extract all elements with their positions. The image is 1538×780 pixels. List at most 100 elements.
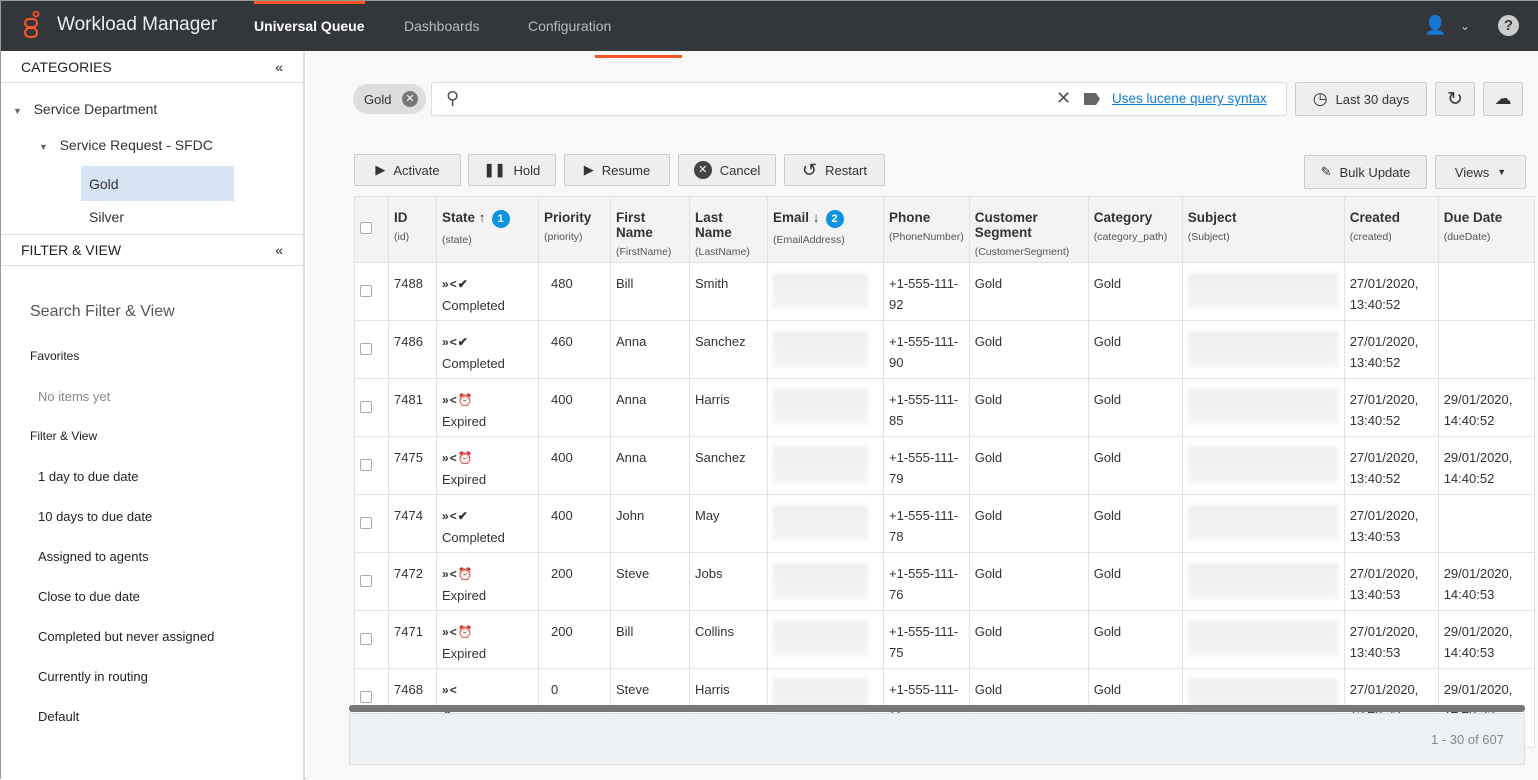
collapse-icon[interactable]: « xyxy=(275,242,283,258)
row-select-cell xyxy=(354,378,389,437)
views-label: Views xyxy=(1454,164,1490,180)
email-cell xyxy=(767,610,884,669)
table-row[interactable]: 7472 »<⏰ Expired 200 Steve Jobs +1-555-11… xyxy=(354,552,1535,611)
date-range-button[interactable]: ◷ Last 30 days xyxy=(1295,82,1427,116)
row-checkbox[interactable] xyxy=(360,575,372,587)
alarm-icon: ⏰ xyxy=(457,567,474,581)
state-label: Completed xyxy=(442,298,505,313)
id-cell: 7475 xyxy=(388,436,437,495)
bulk-update-label: Bulk Update xyxy=(1339,164,1411,180)
filter-item[interactable]: 1 day to due date xyxy=(38,469,138,484)
due-date-cell: 29/01/2020, 14:40:53 xyxy=(1437,610,1535,669)
column-header[interactable]: ID (id) xyxy=(388,196,437,263)
categories-header: CATEGORIES « xyxy=(1,51,303,83)
pause-icon: ❚❚ xyxy=(483,162,506,177)
column-header[interactable]: Created (created) xyxy=(1343,196,1439,263)
filter-chip-gold[interactable]: Gold ✕ xyxy=(353,84,426,114)
chevron-down-icon[interactable]: ⌄ xyxy=(1460,19,1470,33)
filter-item[interactable]: Default xyxy=(38,709,79,724)
priority-cell: 400 xyxy=(538,436,611,495)
sort-asc-icon[interactable]: ↑ xyxy=(479,210,486,225)
tree-item-gold[interactable]: Gold xyxy=(81,166,234,201)
search-input[interactable]: ⚲ ✕ Uses lucene query syntax xyxy=(431,82,1287,116)
lucene-syntax-link[interactable]: Uses lucene query syntax xyxy=(1112,91,1267,106)
created-cell: 27/01/2020, 13:40:53 xyxy=(1343,610,1439,669)
table-row[interactable]: 7471 »<⏰ Expired 200 Bill Collins +1-555-… xyxy=(354,610,1535,669)
resume-button[interactable]: ▶ Resume xyxy=(564,154,670,186)
cancel-label: Cancel xyxy=(719,162,761,178)
filter-item[interactable]: 10 days to due date xyxy=(38,509,152,524)
table-row[interactable]: 7486 »<✔ Completed 460 Anna Sanchez +1-55… xyxy=(354,320,1535,379)
row-checkbox[interactable] xyxy=(360,343,372,355)
row-checkbox[interactable] xyxy=(360,691,372,703)
forward-icon: » xyxy=(442,451,450,465)
nav-dashboards[interactable]: Dashboards xyxy=(404,18,480,34)
column-header[interactable]: Priority (priority) xyxy=(538,196,611,263)
redacted-subject xyxy=(1187,389,1338,425)
resume-label: Resume xyxy=(601,162,651,178)
column-header[interactable]: State ↑ 1 (state) xyxy=(436,196,539,263)
tree-item-service-request[interactable]: ▼ Service Request - SFDC xyxy=(39,137,213,153)
column-header[interactable]: Due Date (dueDate) xyxy=(1437,196,1535,263)
segment-cell: Gold xyxy=(968,610,1089,669)
phone-cell: +1-555-111-90 xyxy=(883,320,970,379)
segment-cell: Gold xyxy=(968,436,1089,495)
filter-item[interactable]: Completed but never assigned xyxy=(38,629,214,644)
help-icon[interactable]: ? xyxy=(1498,15,1519,36)
user-icon[interactable]: 👤 xyxy=(1424,15,1446,36)
created-cell: 27/01/2020, 13:40:52 xyxy=(1343,320,1439,379)
tree-item-service-department[interactable]: ▼ Service Department xyxy=(13,101,157,117)
column-header[interactable]: Customer Segment (CustomerSegment) xyxy=(968,196,1089,263)
bulk-update-button[interactable]: ✎ Bulk Update xyxy=(1304,155,1427,189)
table-row[interactable]: 7475 »<⏰ Expired 400 Anna Sanchez +1-555-… xyxy=(354,436,1535,495)
column-header[interactable]: Email ↓ 2 (EmailAddress) xyxy=(767,196,884,263)
table-row[interactable]: 7474 »<✔ Completed 400 John May +1-555-11… xyxy=(354,494,1535,553)
clear-icon[interactable]: ✕ xyxy=(1056,88,1071,109)
row-checkbox[interactable] xyxy=(360,285,372,297)
pagination-text: 1 - 30 of 607 xyxy=(1431,732,1504,747)
remove-chip-icon[interactable]: ✕ xyxy=(402,91,418,107)
state-cell: »<⏰ Expired xyxy=(436,378,539,437)
row-checkbox[interactable] xyxy=(360,459,372,471)
cancel-icon: ✕ xyxy=(693,161,712,179)
category-cell: Gold xyxy=(1087,378,1183,437)
views-dropdown[interactable]: Views ▼ xyxy=(1435,155,1526,189)
state-cell: »<✔ Completed xyxy=(436,494,539,553)
filter-item[interactable]: Close to due date xyxy=(38,589,140,604)
sort-desc-icon[interactable]: ↓ xyxy=(813,210,820,225)
column-header[interactable]: Phone (PhoneNumber) xyxy=(883,196,970,263)
row-checkbox[interactable] xyxy=(360,401,372,413)
priority-cell: 200 xyxy=(538,610,611,669)
nav-configuration[interactable]: Configuration xyxy=(528,18,611,34)
filter-item[interactable]: Assigned to agents xyxy=(38,549,149,564)
nav-universal-queue[interactable]: Universal Queue xyxy=(254,18,365,34)
filter-view-header: FILTER & VIEW « xyxy=(1,234,303,266)
first-name-cell: Anna xyxy=(610,436,690,495)
cancel-button[interactable]: ✕ Cancel xyxy=(678,154,776,186)
column-header[interactable]: First Name (FirstName) xyxy=(610,196,690,263)
filter-item[interactable]: Currently in routing xyxy=(38,669,148,684)
table-row[interactable]: 7481 »<⏰ Expired 400 Anna Harris +1-555-1… xyxy=(354,378,1535,437)
search-icon: ⚲ xyxy=(446,88,460,108)
hold-button[interactable]: ❚❚ Hold xyxy=(468,154,556,186)
tree-item-silver[interactable]: Silver xyxy=(89,209,124,225)
column-title: First Name xyxy=(616,210,653,240)
column-field: (created) xyxy=(1349,231,1392,243)
refresh-button[interactable]: ↻ xyxy=(1435,82,1475,116)
column-header[interactable]: Category (category_path) xyxy=(1087,196,1183,263)
activate-button[interactable]: ▶ Activate xyxy=(354,154,461,186)
category-cell: Gold xyxy=(1087,610,1183,669)
search-filter-input[interactable]: Search Filter & View xyxy=(30,303,175,321)
collapse-icon[interactable]: « xyxy=(275,59,283,75)
select-all-checkbox[interactable] xyxy=(360,222,372,234)
column-header[interactable]: Subject (Subject) xyxy=(1181,196,1345,263)
table-row[interactable]: 7488 »<✔ Completed 480 Bill Smith +1-555-… xyxy=(354,262,1535,321)
restart-button[interactable]: ↺ Restart xyxy=(784,154,885,186)
priority-value: 460 xyxy=(551,334,573,349)
state-label: Completed xyxy=(442,530,505,545)
horizontal-scrollbar[interactable] xyxy=(349,705,1525,712)
row-checkbox[interactable] xyxy=(360,633,372,645)
row-checkbox[interactable] xyxy=(360,517,372,529)
download-button[interactable]: ☁ xyxy=(1483,82,1523,116)
column-header[interactable]: Last Name (LastName) xyxy=(689,196,768,263)
